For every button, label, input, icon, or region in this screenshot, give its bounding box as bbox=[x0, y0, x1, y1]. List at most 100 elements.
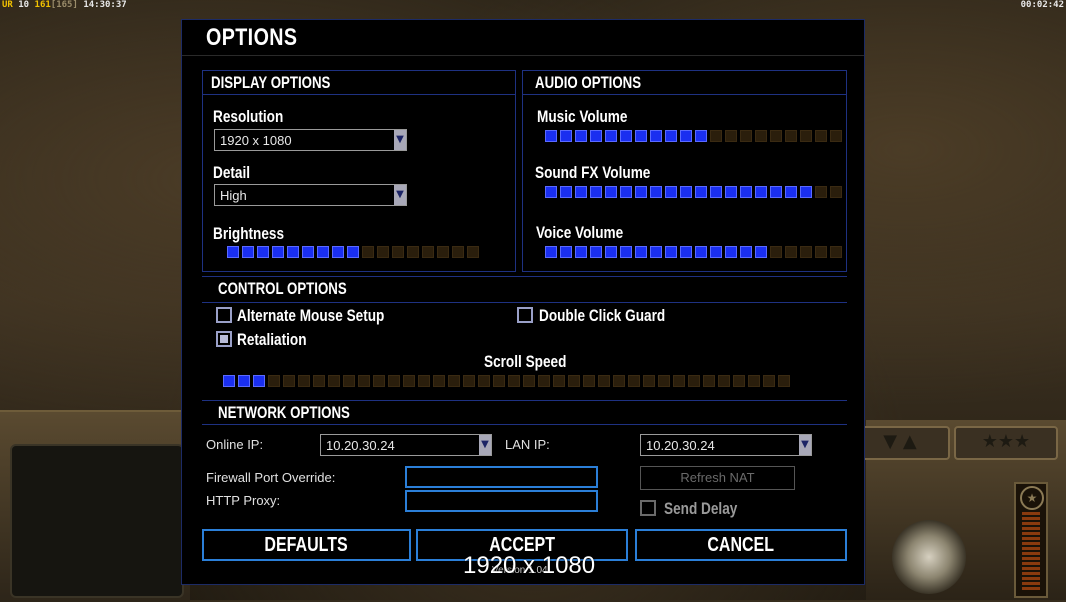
slider-segment[interactable] bbox=[635, 246, 647, 258]
slider-segment[interactable] bbox=[568, 375, 580, 387]
chevron-down-icon[interactable]: ▼ bbox=[799, 435, 811, 455]
slider-segment[interactable] bbox=[635, 130, 647, 142]
slider-segment[interactable] bbox=[613, 375, 625, 387]
slider-segment[interactable] bbox=[362, 246, 374, 258]
slider-segment[interactable] bbox=[328, 375, 340, 387]
slider-segment[interactable] bbox=[665, 246, 677, 258]
slider-segment[interactable] bbox=[560, 130, 572, 142]
slider-segment[interactable] bbox=[332, 246, 344, 258]
slider-segment[interactable] bbox=[575, 246, 587, 258]
slider-segment[interactable] bbox=[463, 375, 475, 387]
slider-segment[interactable] bbox=[377, 246, 389, 258]
slider-segment[interactable] bbox=[605, 246, 617, 258]
slider-segment[interactable] bbox=[643, 375, 655, 387]
brightness-slider[interactable] bbox=[227, 246, 479, 258]
slider-segment[interactable] bbox=[283, 375, 295, 387]
slider-segment[interactable] bbox=[287, 246, 299, 258]
slider-segment[interactable] bbox=[695, 130, 707, 142]
slider-segment[interactable] bbox=[313, 375, 325, 387]
slider-segment[interactable] bbox=[227, 246, 239, 258]
slider-segment[interactable] bbox=[373, 375, 385, 387]
resolution-dropdown[interactable]: 1920 x 1080 ▼ bbox=[214, 129, 407, 151]
send-delay-label[interactable]: Send Delay bbox=[664, 499, 737, 519]
slider-segment[interactable] bbox=[560, 246, 572, 258]
slider-segment[interactable] bbox=[478, 375, 490, 387]
slider-segment[interactable] bbox=[710, 130, 722, 142]
slider-segment[interactable] bbox=[658, 375, 670, 387]
slider-segment[interactable] bbox=[545, 186, 557, 198]
slider-segment[interactable] bbox=[448, 375, 460, 387]
slider-segment[interactable] bbox=[763, 375, 775, 387]
slider-segment[interactable] bbox=[740, 130, 752, 142]
slider-segment[interactable] bbox=[560, 186, 572, 198]
slider-segment[interactable] bbox=[695, 186, 707, 198]
slider-segment[interactable] bbox=[268, 375, 280, 387]
slider-segment[interactable] bbox=[523, 375, 535, 387]
double-click-checkbox[interactable] bbox=[517, 307, 533, 323]
slider-segment[interactable] bbox=[770, 246, 782, 258]
lan-ip-dropdown[interactable]: 10.20.30.24 ▼ bbox=[640, 434, 812, 456]
slider-segment[interactable] bbox=[407, 246, 419, 258]
slider-segment[interactable] bbox=[680, 130, 692, 142]
slider-segment[interactable] bbox=[253, 375, 265, 387]
slider-segment[interactable] bbox=[680, 186, 692, 198]
slider-segment[interactable] bbox=[650, 246, 662, 258]
slider-segment[interactable] bbox=[770, 186, 782, 198]
slider-segment[interactable] bbox=[467, 246, 479, 258]
slider-segment[interactable] bbox=[830, 246, 842, 258]
slider-segment[interactable] bbox=[785, 246, 797, 258]
slider-segment[interactable] bbox=[755, 246, 767, 258]
sfx-volume-slider[interactable] bbox=[545, 186, 842, 198]
slider-segment[interactable] bbox=[575, 186, 587, 198]
slider-segment[interactable] bbox=[688, 375, 700, 387]
slider-segment[interactable] bbox=[238, 375, 250, 387]
slider-segment[interactable] bbox=[680, 246, 692, 258]
slider-segment[interactable] bbox=[590, 130, 602, 142]
slider-segment[interactable] bbox=[785, 130, 797, 142]
slider-segment[interactable] bbox=[242, 246, 254, 258]
slider-segment[interactable] bbox=[710, 246, 722, 258]
slider-segment[interactable] bbox=[437, 246, 449, 258]
retaliation-checkbox[interactable] bbox=[216, 331, 232, 347]
slider-segment[interactable] bbox=[343, 375, 355, 387]
slider-segment[interactable] bbox=[650, 186, 662, 198]
voice-volume-slider[interactable] bbox=[545, 246, 842, 258]
scroll-speed-slider[interactable] bbox=[223, 375, 790, 387]
retaliation-label[interactable]: Retaliation bbox=[237, 330, 307, 350]
slider-segment[interactable] bbox=[223, 375, 235, 387]
slider-segment[interactable] bbox=[508, 375, 520, 387]
slider-segment[interactable] bbox=[800, 246, 812, 258]
slider-segment[interactable] bbox=[545, 130, 557, 142]
slider-segment[interactable] bbox=[298, 375, 310, 387]
slider-segment[interactable] bbox=[770, 130, 782, 142]
slider-segment[interactable] bbox=[590, 186, 602, 198]
slider-segment[interactable] bbox=[452, 246, 464, 258]
slider-segment[interactable] bbox=[605, 186, 617, 198]
slider-segment[interactable] bbox=[755, 130, 767, 142]
slider-segment[interactable] bbox=[545, 246, 557, 258]
slider-segment[interactable] bbox=[830, 186, 842, 198]
slider-segment[interactable] bbox=[725, 246, 737, 258]
slider-segment[interactable] bbox=[583, 375, 595, 387]
slider-segment[interactable] bbox=[665, 130, 677, 142]
slider-segment[interactable] bbox=[815, 246, 827, 258]
slider-segment[interactable] bbox=[403, 375, 415, 387]
send-delay-checkbox[interactable] bbox=[640, 500, 656, 516]
online-ip-dropdown[interactable]: 10.20.30.24 ▼ bbox=[320, 434, 492, 456]
slider-segment[interactable] bbox=[725, 130, 737, 142]
cancel-button[interactable]: CANCEL bbox=[635, 529, 847, 561]
alt-mouse-checkbox[interactable] bbox=[216, 307, 232, 323]
slider-segment[interactable] bbox=[358, 375, 370, 387]
slider-segment[interactable] bbox=[598, 375, 610, 387]
slider-segment[interactable] bbox=[725, 186, 737, 198]
slider-segment[interactable] bbox=[433, 375, 445, 387]
slider-segment[interactable] bbox=[710, 186, 722, 198]
slider-segment[interactable] bbox=[733, 375, 745, 387]
slider-segment[interactable] bbox=[620, 246, 632, 258]
slider-segment[interactable] bbox=[755, 186, 767, 198]
slider-segment[interactable] bbox=[388, 375, 400, 387]
slider-segment[interactable] bbox=[740, 246, 752, 258]
slider-segment[interactable] bbox=[635, 186, 647, 198]
slider-segment[interactable] bbox=[815, 130, 827, 142]
slider-segment[interactable] bbox=[272, 246, 284, 258]
